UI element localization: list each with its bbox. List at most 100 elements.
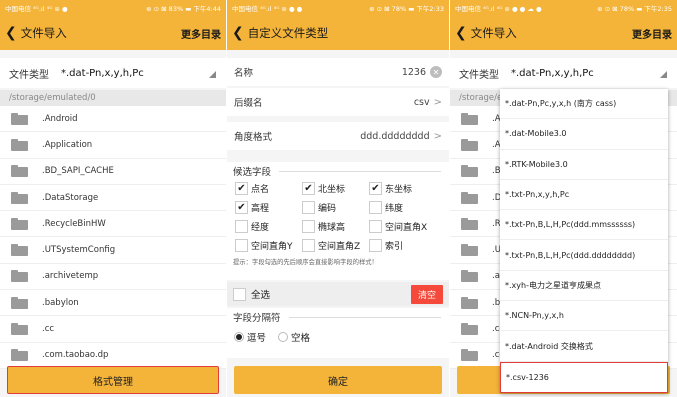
folder-name: .babylon — [42, 297, 79, 308]
clear-button[interactable]: 清空 — [410, 284, 443, 304]
format-management-button[interactable]: 格式管理 — [7, 366, 219, 394]
field-checkbox[interactable]: 椭球高 — [302, 218, 369, 234]
more-directories-button[interactable]: 更多目录 — [632, 26, 672, 41]
folder-name: .com.taobao.dp — [42, 350, 109, 361]
folder-item[interactable]: .BD_SAPI_CACHE — [0, 159, 226, 185]
folder-icon — [11, 165, 28, 178]
field-checkbox[interactable]: 编码 — [302, 199, 369, 215]
field-label: 空间直角Z — [318, 241, 361, 252]
folder-item[interactable]: .Application — [0, 132, 226, 159]
field-checkbox[interactable]: ✔ 北坐标 — [302, 180, 369, 196]
folder-name: .archivetemp — [42, 271, 99, 282]
field-checkbox[interactable]: ✔ 点名 — [235, 180, 302, 196]
folder-name: .RecycleBinHW — [42, 218, 106, 229]
chevron-left-icon: ❮ — [5, 25, 17, 41]
dropdown-option[interactable]: *.txt-Pn,B,L,H,Pc(ddd.dddddddd) — [500, 240, 668, 271]
folder-icon — [11, 191, 28, 204]
field-label: 东坐标 — [385, 184, 413, 195]
field-label: 高程 — [251, 203, 270, 214]
dropdown-option[interactable]: *.xyh-电力之星道亨成果点 — [500, 271, 668, 302]
dropdown-option[interactable]: *.RTK-Mobile3.0 — [500, 150, 668, 180]
folder-icon — [11, 138, 28, 151]
file-type-value: *.dat-Pn,x,y,h,Pc — [61, 67, 144, 79]
comma-radio[interactable]: 逗号 — [234, 330, 266, 344]
folder-icon — [11, 296, 28, 309]
field-checkbox[interactable]: 空间直角Z — [302, 237, 369, 253]
folder-icon — [11, 244, 28, 257]
folder-icon — [11, 217, 28, 230]
file-type-value: *.dat-Pn,x,y,h,Pc — [511, 67, 594, 79]
dropdown-triangle-icon — [209, 71, 216, 78]
page-title: 文件导入 — [470, 26, 517, 40]
folder-icon — [11, 349, 28, 362]
folder-item[interactable]: .UTSystemConfig — [0, 237, 226, 264]
file-type-selector[interactable]: 文件类型 *.dat-Pn,x,y,h,Pc — [0, 58, 226, 88]
checkbox-empty — [302, 219, 315, 233]
folder-name: .DataStorage — [42, 192, 99, 203]
separator-options: 逗号 空格 — [227, 330, 449, 344]
angle-format-row[interactable]: 角度格式 ddd.dddddddd > — [227, 122, 449, 150]
confirm-button[interactable]: 确定 — [234, 366, 442, 394]
check-icon: ✔ — [235, 200, 248, 214]
status-left: 中国电信 ⁴ᴳ.ıl ⁴ᴳ ⊜ ● ● — [232, 5, 303, 13]
suffix-row[interactable]: 后缀名 csv > — [227, 88, 449, 116]
custom-file-type-screen: 中国电信 ⁴ᴳ.ıl ⁴ᴳ ⊜ ● ● ⊛ ⊙ ⊠ 78% ▬ 下午2:33 ❮… — [227, 0, 449, 397]
field-order-hint: 提示：字段勾选的先后顺序会直接影响字段的样式！ — [233, 259, 378, 266]
field-checkbox[interactable]: 纬度 — [369, 199, 439, 215]
name-field-row[interactable]: 名称 1236 ✕ — [227, 58, 449, 86]
dropdown-option[interactable]: *.txt-Pn,x,y,h,Pc — [500, 180, 668, 211]
folder-item[interactable]: .cc — [0, 316, 226, 343]
back-button[interactable]: ❮ 文件导入 — [5, 25, 67, 41]
folder-name: .cc — [42, 324, 55, 335]
checkbox-empty — [235, 238, 248, 252]
folder-item[interactable]: .RecycleBinHW — [0, 211, 226, 238]
space-radio[interactable]: 空格 — [278, 330, 310, 344]
folder-icon — [461, 165, 478, 178]
field-checkbox[interactable]: 经度 — [235, 218, 302, 234]
field-label: 空间直角Y — [251, 241, 293, 252]
dropdown-option[interactable]: *.NCN-Pn,y,x,h — [500, 301, 668, 332]
folder-name: .UTSystemConfig — [42, 245, 116, 256]
folder-item[interactable]: .archivetemp — [0, 264, 226, 291]
field-checkbox[interactable]: 索引 — [369, 237, 439, 253]
dropdown-option-selected[interactable]: *.csv-1236 — [500, 361, 668, 393]
field-checkbox[interactable]: ✔ 东坐标 — [369, 180, 439, 196]
status-right: ⊛ ⊙ ⊠ 78% ▬ 下午2:33 — [369, 5, 444, 13]
folder-item[interactable]: .Android — [0, 106, 226, 133]
check-icon: ✔ — [235, 181, 248, 195]
folder-icon — [461, 112, 478, 125]
back-button[interactable]: ❮ 自定义文件类型 — [232, 25, 328, 41]
dropdown-option[interactable]: *.dat-Mobile3.0 — [500, 119, 668, 150]
status-right: ⊛ ⊙ ⊠ 78% ▬ 下午2:35 — [597, 5, 672, 13]
field-checkbox[interactable]: 空间直角Y — [235, 237, 302, 253]
folder-icon — [11, 323, 28, 336]
select-all-label: 全选 — [251, 290, 271, 301]
field-checkbox[interactable]: 空间直角X — [369, 218, 439, 234]
folder-icon — [11, 270, 28, 283]
more-directories-button[interactable]: 更多目录 — [181, 26, 221, 41]
field-label: 编码 — [318, 203, 337, 214]
dropdown-option[interactable]: *.txt-Pn,B,L,H,Pc(ddd.mmssssss) — [500, 210, 668, 241]
file-list: .Android .Application .BD_SAPI_CACHE .Da… — [0, 106, 226, 369]
clear-input-icon[interactable]: ✕ — [430, 66, 442, 78]
radio-selected-icon — [234, 332, 244, 342]
back-button[interactable]: ❮ 文件导入 — [455, 25, 517, 41]
page-title: 文件导入 — [20, 26, 67, 40]
folder-item[interactable]: .DataStorage — [0, 185, 226, 212]
chevron-left-icon: ❮ — [232, 25, 244, 41]
folder-name: .BD_SAPI_CACHE — [42, 166, 114, 177]
dropdown-option[interactable]: *.dat-Pn,Pc,y,x,h (南方 cass) — [500, 89, 668, 120]
file-type-selector[interactable]: 文件类型 *.dat-Pn,x,y,h,Pc — [450, 58, 677, 88]
check-icon: ✔ — [369, 181, 382, 195]
field-checkbox[interactable]: ✔ 高程 — [235, 199, 302, 215]
folder-icon — [461, 244, 478, 257]
folder-icon — [461, 323, 478, 336]
dropdown-option[interactable]: *.dat-Android 交换格式 — [500, 331, 668, 362]
chevron-right-icon: > — [433, 96, 442, 108]
checkbox-empty — [369, 200, 382, 214]
folder-item[interactable]: .babylon — [0, 290, 226, 317]
file-type-dropdown-menu: *.dat-Pn,Pc,y,x,h (南方 cass) *.dat-Mobile… — [500, 89, 668, 393]
suffix-value: csv — [413, 96, 430, 108]
select-all-checkbox[interactable] — [233, 287, 246, 301]
name-input[interactable]: 1236 — [402, 67, 426, 78]
